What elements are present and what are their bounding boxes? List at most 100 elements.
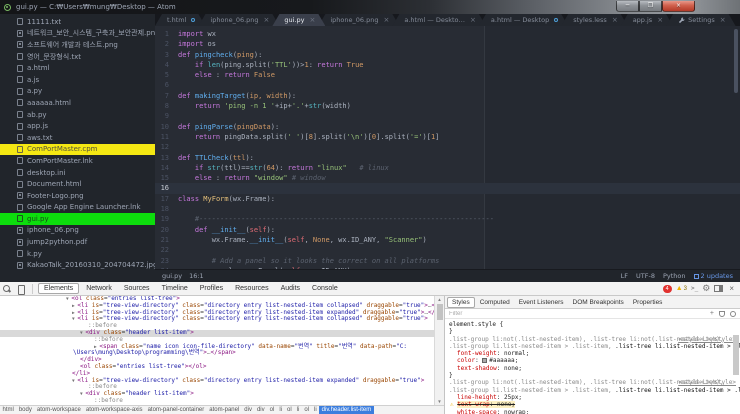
pin-icon[interactable] (719, 310, 725, 317)
breadcrumb-item[interactable]: atom-panel (207, 407, 242, 413)
minimize-button[interactable]: ─ (616, 1, 639, 12)
tree-item[interactable]: 소프트웨어 개발과 테스트.png (0, 39, 155, 51)
dom-line[interactable]: ▼ <div class="header list-item"> (0, 329, 434, 337)
devtools-tab-sources[interactable]: Sources (119, 284, 155, 293)
tab[interactable]: t.html (155, 14, 205, 26)
code-line[interactable]: 13 def TTLCheck(ttl): (155, 153, 740, 163)
tree-item[interactable]: app.js (0, 120, 155, 132)
code-line[interactable]: 19 #------------------------------------… (155, 214, 740, 224)
tree-item[interactable]: a.html (0, 62, 155, 74)
css-property[interactable]: white-space: nowrap; (449, 409, 736, 414)
tab[interactable]: iphone_06.png × (318, 14, 399, 26)
devtools-tab-profiles[interactable]: Profiles (195, 284, 228, 293)
status-encoding[interactable]: UTF-8 (636, 272, 655, 280)
dom-line[interactable]: ::before (0, 322, 434, 330)
sidebar-tab-dom-breakpoints[interactable]: DOM Breakpoints (569, 298, 628, 307)
code-line[interactable]: 21 wx.Frame.__init__(self, None, wx.ID_A… (155, 235, 740, 245)
breadcrumb-item[interactable]: ol (267, 407, 277, 413)
scroll-up-arrow[interactable]: ▲ (435, 297, 444, 302)
inspect-element-icon[interactable] (2, 284, 12, 294)
tree-item[interactable]: 11111.txt (0, 16, 155, 28)
dom-line[interactable]: ▼ <li is="tree-view-directory" class="di… (0, 377, 434, 385)
tab[interactable]: a.html — Desktop (479, 14, 568, 26)
breadcrumb-item[interactable]: div (242, 407, 255, 413)
devtools-tab-network[interactable]: Network (81, 284, 117, 293)
code-line[interactable]: 23 # Add a panel so it looks the correct… (155, 256, 740, 266)
code-line[interactable]: 4 if len(ping.split('TTL'))>1: return Tr… (155, 60, 740, 70)
tab-close-button[interactable]: × (657, 17, 663, 24)
style-source-link[interactable]: <style>…</style> (678, 336, 736, 343)
code-line[interactable]: 22 (155, 245, 740, 255)
dock-side-icon[interactable] (714, 285, 724, 292)
new-style-rule-button[interactable]: + (710, 310, 714, 317)
code-line[interactable]: 7 def makingTarget(ip, width): (155, 91, 740, 101)
code-line[interactable]: 14 if str(ttl)==str(64): return "linux" … (155, 163, 740, 173)
warning-count-badge[interactable]: ▲ 3 (676, 285, 687, 292)
tab-close-button[interactable]: × (720, 17, 726, 24)
tab-close-button[interactable]: × (470, 17, 476, 24)
filter-input[interactable] (449, 310, 649, 317)
tab[interactable]: iphone_06.png × (198, 14, 279, 26)
status-cursor-position[interactable]: 16:1 (189, 272, 204, 280)
tab[interactable]: gui.py × (272, 14, 325, 26)
code-line[interactable]: 20 def __init__(self): (155, 225, 740, 235)
css-property[interactable]: text-shadow: none; (449, 365, 736, 372)
devtools-tab-console[interactable]: Console (307, 284, 343, 293)
css-property[interactable]: color: #aaaaaa; (449, 357, 736, 364)
code-line[interactable]: 17 class MyForm(wx.Frame): (155, 194, 740, 204)
code-line[interactable]: 8 return 'ping -n 1 '+ip+'.'+str(width) (155, 101, 740, 111)
tab[interactable]: a.html — Deskto… × (392, 14, 486, 26)
breadcrumb-item[interactable]: li (312, 407, 320, 413)
sidebar-tab-computed[interactable]: Computed (476, 298, 514, 307)
dom-line[interactable]: <ol class="entries list-tree"></ol> (0, 363, 434, 371)
tab[interactable]: app.js × (621, 14, 673, 26)
css-property[interactable]: ⚠ text-wrap: none; (449, 401, 736, 409)
dom-line[interactable]: ▼ <li is="tree-view-directory" class="di… (0, 315, 434, 323)
code-editor[interactable]: 1 import wx 2 import os 3 def pingcheck(ping)… (155, 26, 740, 269)
breadcrumb-item[interactable]: ol (302, 407, 312, 413)
tab-close-button[interactable]: × (612, 17, 618, 24)
code-line[interactable]: 16 (155, 183, 740, 194)
status-updates[interactable]: 2 updates (693, 272, 733, 280)
status-line-ending[interactable]: LF (621, 272, 628, 280)
devtools-close-button[interactable]: × (727, 284, 736, 293)
tree-item[interactable]: jump2python.pdf (0, 236, 155, 248)
code-line[interactable]: 15 else : return "window" # window (155, 173, 740, 183)
scroll-down-arrow[interactable]: ▼ (435, 399, 444, 404)
tree-item[interactable]: 영어_문장형식.txt (0, 51, 155, 63)
code-line[interactable]: 12 (155, 142, 740, 152)
styles-content[interactable]: element.style {} <style>…</style> .list-gr… (445, 319, 740, 414)
code-line[interactable]: 2 import os (155, 39, 740, 49)
dom-tree[interactable]: ▼ <ol class="entries list-tree"> ▶ <li is… (0, 296, 434, 405)
status-file[interactable]: gui.py (162, 272, 182, 280)
tree-item[interactable]: a.py (0, 86, 155, 98)
code-line[interactable]: 5 else : return False (155, 70, 740, 80)
code-line[interactable]: 10 def pingParse(pingData): (155, 122, 740, 132)
breadcrumb-item[interactable]: div (254, 407, 267, 413)
breadcrumb-item[interactable]: atom-panel-container (145, 407, 207, 413)
breadcrumb-item[interactable]: html (0, 407, 16, 413)
dom-line[interactable]: ▼ <div class="header list-item"> (0, 390, 434, 398)
code-line[interactable]: 11 return pingData.split(' ')[8].split('… (155, 132, 740, 142)
scrollbar-thumb[interactable] (437, 304, 443, 320)
device-mode-icon[interactable] (16, 284, 26, 295)
devtools-tab-resources[interactable]: Resources (230, 284, 273, 293)
breadcrumb-item[interactable]: ol (284, 407, 294, 413)
tree-item[interactable]: Google App Engine Launcher.lnk (0, 202, 155, 214)
tree-item[interactable]: iphone_06.png (0, 225, 155, 237)
status-grammar[interactable]: Python (663, 272, 686, 280)
devtools-tab-audits[interactable]: Audits (276, 284, 305, 293)
console-toggle-icon[interactable]: >_ (691, 285, 698, 292)
breadcrumb-item[interactable]: body (16, 407, 34, 413)
tab[interactable]: Settings × (666, 14, 736, 26)
tab-close-button[interactable]: × (310, 17, 316, 24)
sidebar-tab-event-listeners[interactable]: Event Listeners (515, 298, 568, 307)
tree-item[interactable]: aws.txt (0, 132, 155, 144)
breadcrumb-item[interactable]: li (277, 407, 285, 413)
tree-item[interactable]: desktop.ini (0, 167, 155, 179)
tree-item[interactable]: gui.py (0, 213, 155, 225)
tab-close-button[interactable]: × (264, 17, 270, 24)
maximize-button[interactable]: ❐ (639, 1, 662, 12)
dom-line[interactable]: ::before (0, 383, 434, 391)
editor-scrollbar[interactable] (734, 29, 738, 93)
